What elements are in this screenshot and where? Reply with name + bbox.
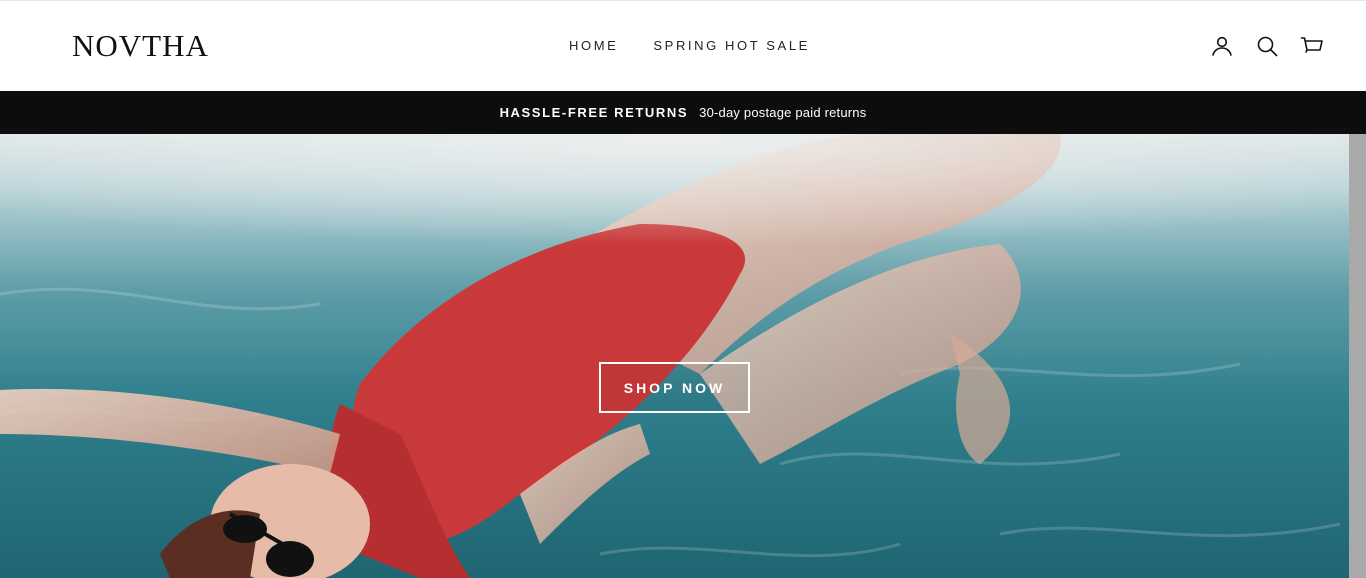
page-scrollbar[interactable]: [1349, 134, 1366, 578]
hero-banner: SHOP NOW: [0, 134, 1349, 578]
store-logo[interactable]: NOVTHA: [72, 29, 209, 63]
announcement-text: 30-day postage paid returns: [699, 105, 867, 120]
announcement-bar: HASSLE-FREE RETURNS 30-day postage paid …: [0, 91, 1366, 134]
nav-item-spring-hot-sale[interactable]: SPRING HOT SALE: [653, 38, 810, 54]
announcement-title: HASSLE-FREE RETURNS: [499, 105, 689, 120]
main-nav: HOME SPRING HOT SALE: [569, 38, 810, 54]
site-header: NOVTHA HOME SPRING HOT SALE: [0, 0, 1366, 91]
account-icon[interactable]: [1209, 33, 1234, 58]
cart-icon[interactable]: [1299, 33, 1324, 58]
nav-item-home[interactable]: HOME: [569, 38, 618, 54]
hero-image: [0, 134, 1349, 578]
search-icon[interactable]: [1254, 33, 1279, 58]
header-icons: [1209, 33, 1324, 58]
shop-now-button[interactable]: SHOP NOW: [599, 362, 750, 413]
